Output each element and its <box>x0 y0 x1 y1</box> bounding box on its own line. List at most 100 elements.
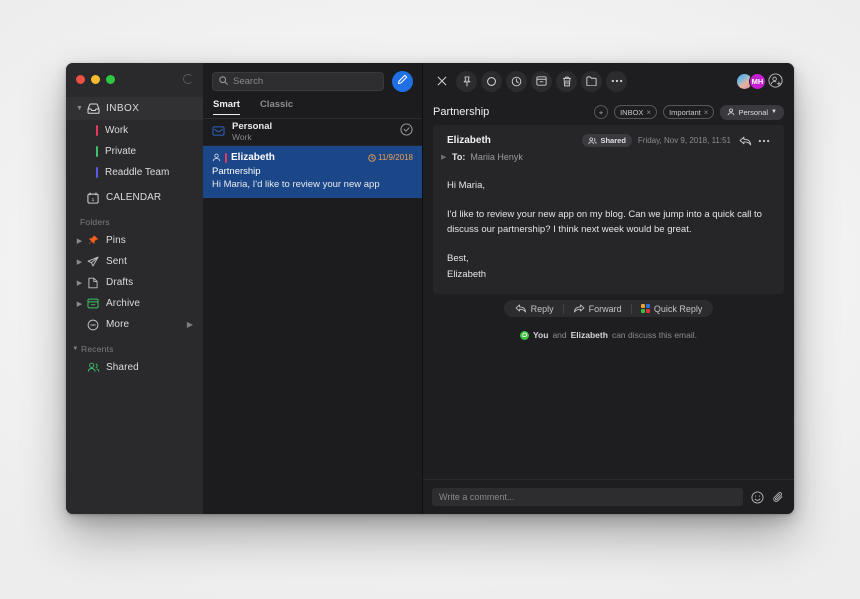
message-paragraph: I'd like to review your new app on my bl… <box>447 208 762 236</box>
comment-box[interactable] <box>432 488 743 506</box>
close-window-button[interactable] <box>76 74 85 84</box>
tag-chip-important[interactable]: Important × <box>663 105 715 119</box>
group-text: Personal Work <box>232 122 393 142</box>
compose-button[interactable] <box>392 70 413 92</box>
svg-text:1: 1 <box>92 196 95 202</box>
message-detail-panel: MH Partnership + INBOX × Important × Per… <box>423 63 794 514</box>
message-body: Hi Maria, I'd like to review your new ap… <box>447 178 770 282</box>
envelope-icon <box>212 123 225 141</box>
tab-classic[interactable]: Classic <box>260 99 293 114</box>
close-icon[interactable] <box>431 71 452 92</box>
discuss-tail: can discuss this email. <box>611 330 697 341</box>
pin-icon <box>85 235 101 246</box>
account-selector[interactable]: Personal ▼ <box>720 104 784 120</box>
paperclip-icon[interactable] <box>772 491 785 504</box>
person-icon <box>727 108 735 116</box>
page-title: Partnership <box>433 106 490 118</box>
tag-label: INBOX <box>620 107 644 117</box>
list-toolbar <box>203 63 422 99</box>
maximize-window-button[interactable] <box>106 74 115 84</box>
draft-icon <box>85 277 101 289</box>
sidebar: ▼ INBOX Work Private Readdle Team 1 CALE… <box>66 63 203 514</box>
unread-circle-icon[interactable] <box>481 70 502 92</box>
shared-badge: Shared <box>582 134 632 147</box>
chevron-right-icon[interactable]: ▶ <box>187 320 193 329</box>
sidebar-item-shared[interactable]: Shared <box>66 357 203 378</box>
message-recipients[interactable]: ▶ To: Mariia Henyk <box>441 152 770 162</box>
comment-input[interactable] <box>439 492 736 502</box>
reply-label: Reply <box>530 303 554 314</box>
shared-people-icon <box>588 137 597 145</box>
search-box[interactable] <box>212 71 384 91</box>
sidebar-item-work[interactable]: Work <box>66 120 203 141</box>
list-item-sender: Elizabeth <box>231 152 275 163</box>
clock-icon[interactable] <box>506 70 527 92</box>
remove-tag-icon[interactable]: × <box>704 108 709 117</box>
chevron-down-icon[interactable]: ▼ <box>70 346 81 352</box>
message-sender: Elizabeth <box>447 135 491 146</box>
chevron-right-icon[interactable]: ▶ <box>74 279 85 287</box>
list-group-header[interactable]: Personal Work <box>203 119 422 146</box>
chevron-right-icon[interactable]: ▶ <box>441 153 447 161</box>
smiley-icon[interactable] <box>751 490 764 504</box>
calendar-icon: 1 <box>85 191 101 204</box>
forward-button[interactable]: Forward <box>564 300 631 317</box>
to-value: Mariia Henyk <box>470 152 523 162</box>
tab-smart[interactable]: Smart <box>213 99 240 115</box>
check-circle-icon[interactable] <box>400 123 413 141</box>
quick-reply-label: Quick Reply <box>653 303 703 314</box>
message-card: Elizabeth Shared Friday, Nov 9, 2018, 11… <box>433 125 784 295</box>
minimize-window-button[interactable] <box>91 74 100 84</box>
search-input[interactable] <box>233 75 377 87</box>
sidebar-item-sent[interactable]: ▶ Sent <box>66 251 203 272</box>
sidebar-item-archive[interactable]: ▶ Archive <box>66 293 203 314</box>
sync-spinner-icon <box>183 74 193 84</box>
account-label: Personal <box>738 107 769 117</box>
participant-avatars[interactable]: MH <box>736 72 784 90</box>
add-tag-button[interactable]: + <box>594 105 609 119</box>
message-actions: Reply Forward Quick Reply <box>433 300 784 318</box>
sidebar-item-more[interactable]: More ▶ <box>66 314 203 335</box>
more-icon[interactable] <box>606 70 627 92</box>
forward-arrow-icon <box>573 304 585 313</box>
archive-icon <box>85 298 101 309</box>
quick-reply-button[interactable]: Quick Reply <box>632 300 712 317</box>
sidebar-item-calendar[interactable]: 1 CALENDAR <box>66 187 203 208</box>
person-icon <box>212 153 221 162</box>
remove-tag-icon[interactable]: × <box>646 108 651 117</box>
archive-icon[interactable] <box>531 70 552 92</box>
reply-button[interactable]: Reply <box>506 300 563 317</box>
traffic-lights[interactable] <box>76 74 115 84</box>
message-list-panel: Smart Classic Personal Work <box>203 63 423 514</box>
avatar[interactable]: MH <box>749 72 766 90</box>
sidebar-item-label: Private <box>105 146 137 157</box>
sidebar-item-readdle-team[interactable]: Readdle Team <box>66 162 203 183</box>
trash-icon[interactable] <box>556 70 577 92</box>
chevron-right-icon[interactable]: ▶ <box>74 300 85 308</box>
discuss-note: You and Elizabeth can discuss this email… <box>433 330 784 340</box>
sent-icon <box>85 256 101 268</box>
to-label: To: <box>452 152 466 162</box>
message-header: Elizabeth Shared Friday, Nov 9, 2018, 11… <box>447 134 770 147</box>
sidebar-item-label: More <box>106 319 130 330</box>
tag-color-bar <box>96 125 98 136</box>
add-participant-icon[interactable] <box>767 73 784 90</box>
sidebar-item-inbox[interactable]: ▼ INBOX <box>66 97 203 120</box>
folder-icon[interactable] <box>581 70 602 92</box>
tag-color-bar <box>96 146 98 157</box>
group-subtitle: Work <box>232 132 252 143</box>
more-icon[interactable] <box>758 139 770 143</box>
list-item-header: Elizabeth 11/9/2018 <box>212 152 413 163</box>
chevron-down-icon[interactable]: ▼ <box>771 109 777 115</box>
reply-arrow-icon[interactable] <box>739 136 752 146</box>
sidebar-item-drafts[interactable]: ▶ Drafts <box>66 272 203 293</box>
chevron-right-icon[interactable]: ▶ <box>74 258 85 266</box>
sidebar-item-private[interactable]: Private <box>66 141 203 162</box>
sidebar-item-pins[interactable]: ▶ Pins <box>66 230 203 251</box>
tag-chip-inbox[interactable]: INBOX × <box>614 105 658 119</box>
sidebar-item-label: Shared <box>106 362 139 373</box>
chevron-right-icon[interactable]: ▶ <box>74 237 85 245</box>
chevron-down-icon[interactable]: ▼ <box>74 105 85 112</box>
pin-icon[interactable] <box>456 70 477 92</box>
list-item[interactable]: Elizabeth 11/9/2018 Partnership Hi Maria… <box>203 146 422 198</box>
